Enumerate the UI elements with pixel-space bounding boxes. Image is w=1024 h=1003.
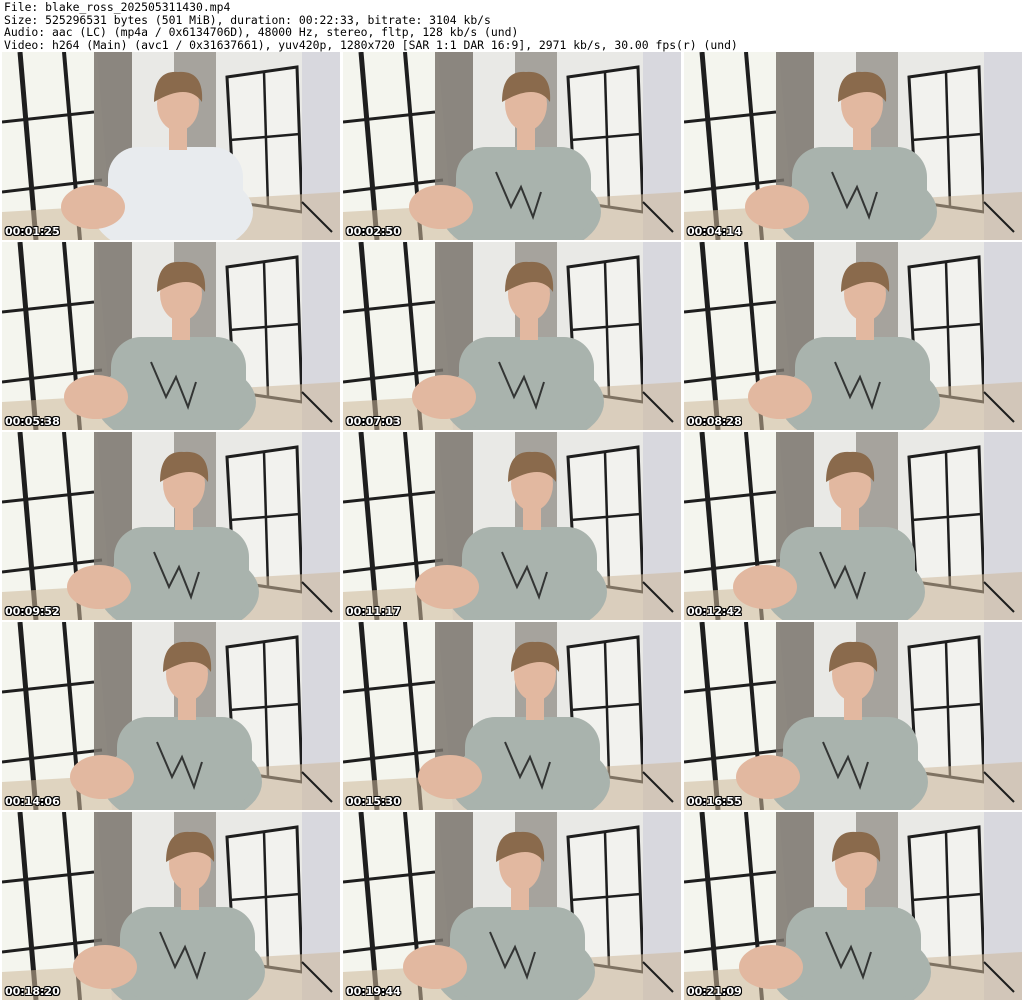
thumbnail-timestamp: 00:19:44 — [346, 985, 401, 998]
thumbnail-timestamp: 00:04:14 — [687, 225, 742, 238]
video-frame-image — [684, 622, 1022, 810]
thumbnail-timestamp: 00:15:30 — [346, 795, 401, 808]
thumbnail-timestamp: 00:12:42 — [687, 605, 742, 618]
video-frame-image — [343, 812, 681, 1000]
video-thumbnail[interactable]: 00:07:03 — [343, 242, 681, 430]
video-frame-image — [2, 242, 340, 430]
video-frame-image — [2, 622, 340, 810]
video-thumbnail[interactable]: 00:05:38 — [2, 242, 340, 430]
video-thumbnail[interactable]: 00:15:30 — [343, 622, 681, 810]
thumbnail-timestamp: 00:09:52 — [5, 605, 60, 618]
video-thumbnail[interactable]: 00:16:55 — [684, 622, 1022, 810]
video-thumbnail[interactable]: 00:21:09 — [684, 812, 1022, 1000]
video-thumbnail[interactable]: 00:08:28 — [684, 242, 1022, 430]
thumbnail-timestamp: 00:16:55 — [687, 795, 742, 808]
video-frame-image — [684, 432, 1022, 620]
thumbnail-grid: 00:01:25 00:02:50 00:04:14 00:05:38 00:0… — [2, 52, 1022, 1000]
video-frame-image — [2, 432, 340, 620]
video-frame-image — [2, 52, 340, 240]
thumbnail-timestamp: 00:14:06 — [5, 795, 60, 808]
video-thumbnail[interactable]: 00:09:52 — [2, 432, 340, 620]
video-thumbnail[interactable]: 00:18:20 — [2, 812, 340, 1000]
video-thumbnail[interactable]: 00:04:14 — [684, 52, 1022, 240]
video-frame-image — [343, 622, 681, 810]
thumbnail-timestamp: 00:07:03 — [346, 415, 401, 428]
video-thumbnail[interactable]: 00:11:17 — [343, 432, 681, 620]
thumbnail-timestamp: 00:08:28 — [687, 415, 742, 428]
video-frame-image — [684, 242, 1022, 430]
file-info-header: File: blake_ross_202505311430.mp4 Size: … — [4, 1, 1020, 51]
thumbnail-timestamp: 00:02:50 — [346, 225, 401, 238]
video-thumbnail[interactable]: 00:12:42 — [684, 432, 1022, 620]
video-frame-image — [343, 242, 681, 430]
video-info-line: Video: h264 (Main) (avc1 / 0x31637661), … — [4, 37, 738, 52]
video-thumbnail[interactable]: 00:19:44 — [343, 812, 681, 1000]
video-frame-image — [2, 812, 340, 1000]
video-frame-image — [343, 432, 681, 620]
file-name-line: File: blake_ross_202505311430.mp4 — [4, 0, 231, 14]
audio-info-line: Audio: aac (LC) (mp4a / 0x6134706D), 480… — [4, 25, 519, 39]
video-frame-image — [684, 812, 1022, 1000]
thumbnail-timestamp: 00:01:25 — [5, 225, 60, 238]
thumbnail-timestamp: 00:21:09 — [687, 985, 742, 998]
video-frame-image — [684, 52, 1022, 240]
thumbnail-timestamp: 00:18:20 — [5, 985, 60, 998]
video-thumbnail[interactable]: 00:01:25 — [2, 52, 340, 240]
video-frame-image — [343, 52, 681, 240]
video-thumbnail[interactable]: 00:02:50 — [343, 52, 681, 240]
thumbnail-timestamp: 00:11:17 — [346, 605, 401, 618]
video-thumbnail[interactable]: 00:14:06 — [2, 622, 340, 810]
thumbnail-timestamp: 00:05:38 — [5, 415, 60, 428]
